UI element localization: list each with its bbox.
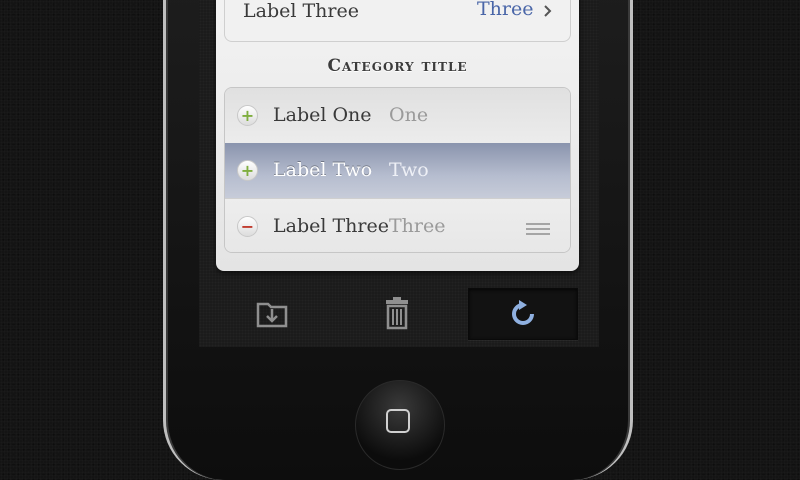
category-title: Category title bbox=[327, 56, 468, 76]
delete-button[interactable] bbox=[372, 288, 422, 338]
home-square-icon bbox=[386, 409, 410, 433]
delete-icon[interactable]: − bbox=[237, 216, 258, 237]
refresh-icon bbox=[512, 300, 534, 325]
add-icon[interactable]: + bbox=[237, 105, 258, 126]
top-row-value[interactable]: Three bbox=[477, 0, 533, 20]
folder-download-button[interactable] bbox=[247, 288, 297, 338]
top-group: Label Three Three bbox=[224, 0, 571, 42]
list-item[interactable]: + Label One One bbox=[225, 88, 570, 144]
row-value: One bbox=[389, 104, 429, 126]
add-icon[interactable]: + bbox=[237, 160, 258, 181]
list-item-selected[interactable]: + Label Two Two bbox=[225, 143, 570, 198]
reorder-handle-icon[interactable] bbox=[526, 223, 550, 237]
toolbar bbox=[199, 282, 599, 344]
settings-sheet: Label Three Three Category title + Label… bbox=[216, 0, 579, 271]
row-label: Label One bbox=[273, 104, 372, 126]
list-item[interactable]: − Label Three Three bbox=[225, 198, 570, 252]
top-row-label: Label Three bbox=[243, 0, 359, 22]
refresh-button[interactable] bbox=[468, 288, 578, 340]
chevron-right-icon[interactable] bbox=[543, 4, 552, 18]
row-label: Label Two bbox=[273, 159, 373, 181]
row-label: Label Three bbox=[273, 215, 389, 237]
trash-icon bbox=[386, 297, 408, 330]
home-button[interactable] bbox=[355, 380, 445, 470]
row-value: Two bbox=[389, 159, 429, 181]
category-group: + Label One One + Label Two Two − Label … bbox=[224, 87, 571, 253]
folder-download-icon bbox=[256, 302, 288, 328]
row-value: Three bbox=[389, 215, 446, 237]
